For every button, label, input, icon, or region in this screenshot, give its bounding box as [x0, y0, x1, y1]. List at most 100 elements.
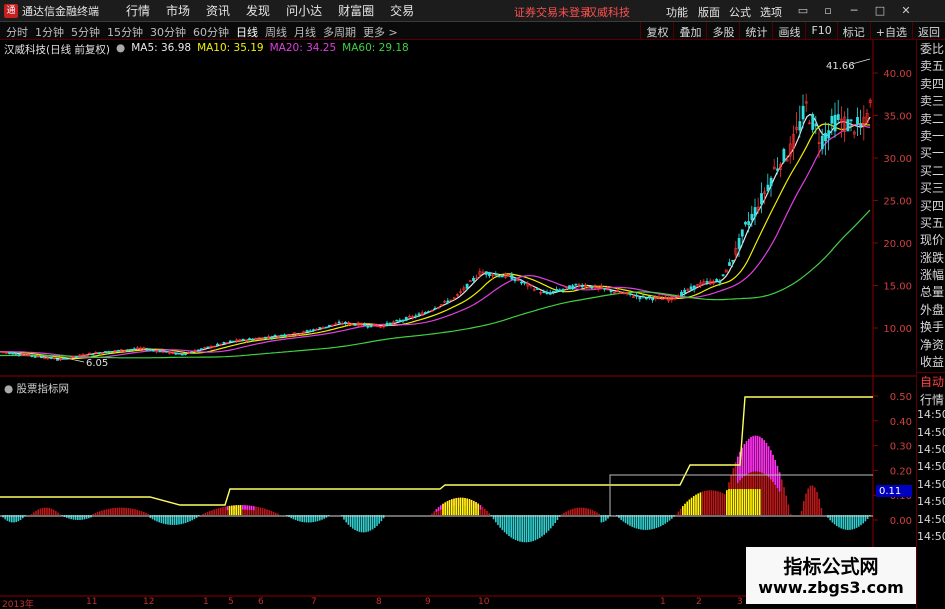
restore-icon[interactable]: ▫ [820, 3, 836, 18]
side-label: 卖三 [919, 94, 944, 109]
tick-time: 14:50 [917, 425, 945, 439]
menu-wealth[interactable]: 财富圈 [338, 2, 374, 19]
indicator-bar-top [435, 509, 438, 512]
indicator-bar [220, 507, 222, 516]
auto-tab[interactable]: 自动 [917, 373, 945, 390]
indicator-bar [431, 513, 433, 516]
candle-body [798, 121, 802, 131]
minimize-icon[interactable]: ─ [846, 3, 862, 18]
indicator-bar-negative [528, 515, 530, 543]
candle-body [446, 300, 450, 304]
indicator-bar-negative [842, 515, 845, 530]
indicator-bar [723, 494, 726, 516]
tab-1min[interactable]: 1分钟 [35, 24, 64, 40]
candle-body [558, 289, 562, 292]
candle-body [747, 221, 751, 226]
indicator-bar-negative [376, 515, 378, 526]
add-watchlist-button[interactable]: +自选 [869, 22, 912, 40]
menu-quotes[interactable]: 行情 [126, 2, 150, 19]
indicator-bar-yellow [750, 489, 752, 516]
candle-body [337, 321, 341, 324]
statistics-button[interactable]: 统计 [739, 22, 772, 40]
candle-body [488, 272, 491, 277]
candle-body [126, 349, 130, 352]
login-status[interactable]: 证券交易未登录 [514, 4, 591, 20]
indicator-bar [563, 512, 565, 516]
menu-ask[interactable]: 问小达 [286, 2, 322, 19]
kline-chart[interactable]: 40.00 35.00 30.00 25.00 20.00 15.00 10.00 41.6… [0, 40, 916, 597]
back-button[interactable]: 返回 [912, 22, 945, 40]
menu-news[interactable]: 资讯 [206, 2, 230, 19]
candle-body [744, 221, 747, 225]
indicator-bar [121, 507, 123, 516]
indicator-bar [44, 507, 46, 516]
indicator-bar-negative [633, 515, 636, 528]
tab-more[interactable]: 更多 > [363, 24, 398, 40]
indicator-bar [204, 512, 207, 516]
tab-daily[interactable]: 日线 [236, 24, 258, 40]
overlay-button[interactable]: 叠加 [673, 22, 706, 40]
tab-multi-period[interactable]: 多周期 [323, 24, 356, 40]
indicator-bar [107, 508, 110, 516]
date-label: 2013年 [2, 600, 34, 609]
indicator-bar-top [248, 505, 251, 510]
tab-intraday[interactable]: 分时 [6, 24, 28, 40]
multi-stock-button[interactable]: 多股 [706, 22, 739, 40]
tab-weekly[interactable]: 周线 [265, 24, 287, 40]
indicator-bar-negative [547, 515, 550, 531]
candle-body [158, 350, 162, 353]
adjust-button[interactable]: 复权 [640, 22, 673, 40]
candle-body [801, 105, 805, 120]
f10-button[interactable]: F10 [805, 22, 836, 40]
candle-body [689, 286, 693, 290]
date-label: 6 [258, 597, 264, 607]
indicator-bar [587, 508, 589, 516]
indicator-bar-negative [171, 515, 174, 525]
menu-formula[interactable]: 公式 [729, 4, 751, 20]
indicator-bar [215, 508, 218, 516]
close-icon[interactable]: ✕ [898, 3, 914, 18]
indicator-tick-label: 0.50 [890, 392, 912, 403]
menu-market[interactable]: 市场 [166, 2, 190, 19]
draw-line-button[interactable]: 画线 [772, 22, 805, 40]
indicator-bar-negative [356, 515, 358, 532]
tab-60min[interactable]: 60分钟 [193, 24, 229, 40]
quotes-tab[interactable]: 行情 [917, 391, 945, 408]
candle-body [680, 291, 683, 296]
menu-discover[interactable]: 发现 [246, 2, 270, 19]
indicator-bar-negative [653, 515, 655, 529]
indicator-bar-negative [657, 515, 660, 528]
tab-15min[interactable]: 15分钟 [107, 24, 143, 40]
candle-body [308, 330, 312, 333]
menu-trade[interactable]: 交易 [390, 2, 414, 19]
menu-options[interactable]: 选项 [760, 4, 782, 20]
mark-button[interactable]: 标记 [836, 22, 870, 40]
candle-body [184, 353, 187, 355]
indicator-bar-negative [849, 515, 851, 530]
indicator-tick-label: 0.00 [890, 516, 912, 527]
candle-body [401, 319, 405, 322]
indicator-bar [92, 513, 94, 516]
indicator-bar [275, 512, 277, 516]
indicator-bar-negative [530, 515, 532, 542]
indicator-bar [679, 508, 682, 516]
price-tick-label: 20.00 [883, 239, 912, 250]
indicator-bar [213, 509, 215, 516]
candle-body [740, 229, 744, 237]
indicator-tick-label: 0.30 [890, 442, 912, 453]
price-axis: 40.00 35.00 30.00 25.00 20.00 15.00 10.00 [873, 69, 912, 335]
date-label: 11 [86, 597, 98, 607]
indicator-bar-negative [521, 515, 523, 543]
menu-layout[interactable]: 版面 [698, 4, 720, 20]
collapse-icon[interactable]: ▭ [795, 3, 811, 18]
tab-5min[interactable]: 5分钟 [71, 24, 100, 40]
maximize-icon[interactable]: □ [872, 3, 888, 18]
indicator-bar-yellow [470, 499, 473, 516]
menu-function[interactable]: 功能 [666, 4, 688, 20]
indicator-dot-icon[interactable]: ● [4, 383, 13, 395]
indicator-bar [270, 510, 273, 516]
indicator-bar-yellow [451, 499, 453, 516]
tab-30min[interactable]: 30分钟 [150, 24, 186, 40]
indicator-bar [59, 514, 61, 516]
tab-monthly[interactable]: 月线 [294, 24, 316, 40]
